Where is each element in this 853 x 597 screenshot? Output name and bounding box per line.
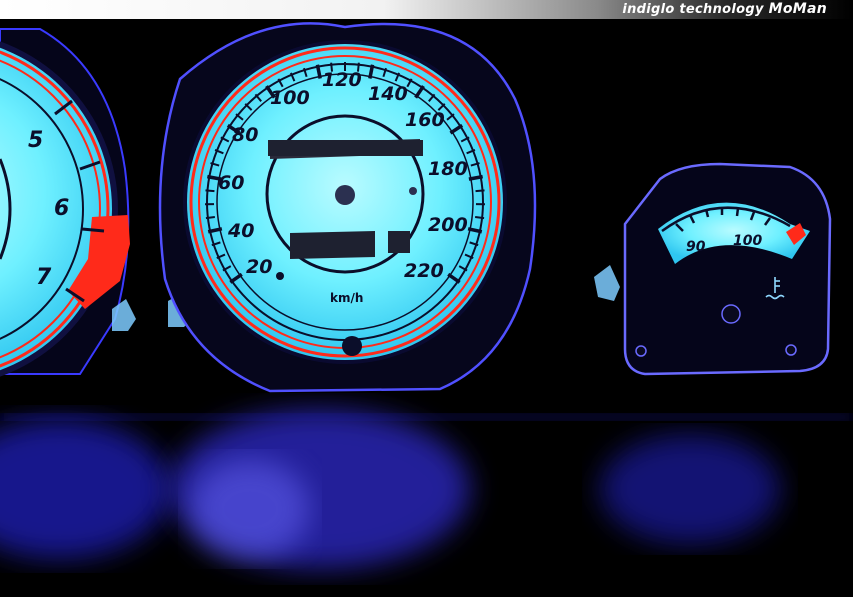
speed-label-140: 140	[368, 83, 408, 105]
tripmeter-window	[290, 231, 375, 259]
speed-label-80: 80	[232, 124, 258, 146]
temp-label-90: 90	[686, 239, 706, 255]
speed-unit: km/h	[330, 291, 363, 305]
speed-tick	[206, 217, 215, 218]
temp-label-100: 100	[733, 233, 762, 249]
speed-tick	[476, 190, 485, 191]
tach-label-6: 6	[54, 196, 69, 221]
speed-label-160: 160	[405, 109, 445, 131]
temp-needle-hub	[722, 305, 740, 323]
surface-reflection	[0, 409, 853, 593]
banner-prefix: indiglo technology	[622, 2, 768, 17]
top-banner: indiglo technology MoMan	[0, 0, 853, 19]
tach-label-7: 7	[36, 265, 52, 290]
speed-label-20: 20	[246, 256, 272, 278]
speed-label-60: 60	[218, 172, 244, 194]
dashboard-photo: 5 6 7 20 40 60 80 100	[0, 19, 853, 593]
tachometer: 5 6 7	[0, 29, 130, 387]
speed-tick	[205, 190, 214, 191]
banner-caption: indiglo technology MoMan	[622, 1, 827, 17]
speed-label-220: 220	[404, 260, 444, 282]
gauge-cluster: 5 6 7 20 40 60 80 100	[0, 19, 853, 593]
speed-label-100: 100	[270, 87, 310, 109]
speed-label-200: 200	[428, 214, 468, 236]
speed-label-40: 40	[227, 220, 254, 242]
speed-label-180: 180	[428, 158, 468, 180]
speed-tick	[469, 177, 483, 180]
temperature-gauge: 90 100	[625, 164, 830, 374]
tach-label-5: 5	[28, 128, 43, 153]
needle-hub	[335, 185, 355, 205]
banner-brand: MoMan	[769, 1, 827, 17]
speedometer: 20 40 60 80 100 120 140 160 180 200 220 …	[160, 23, 535, 391]
speed-tick	[475, 217, 484, 218]
speed-label-120: 120	[322, 69, 362, 91]
